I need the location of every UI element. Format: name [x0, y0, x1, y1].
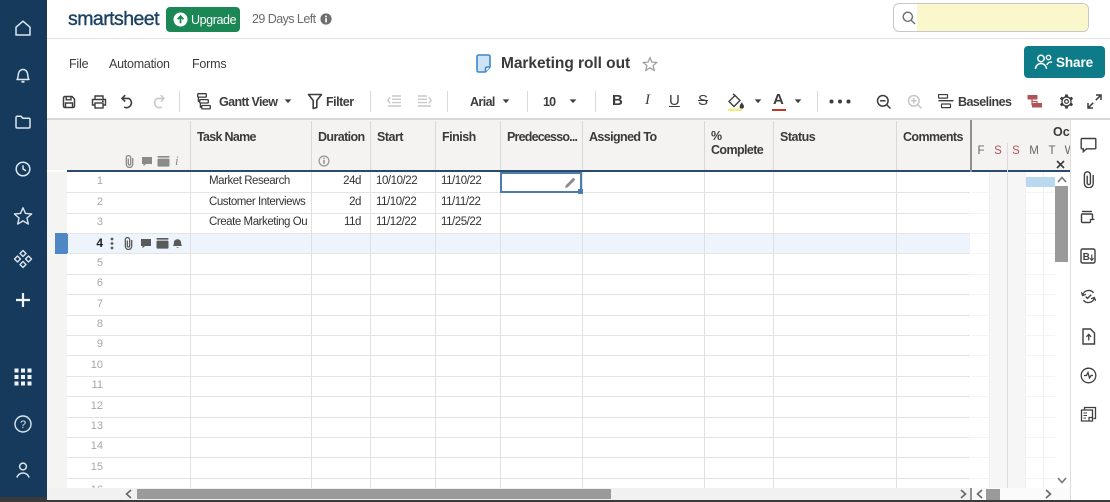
svg-text:B: B [1083, 252, 1090, 263]
svg-text:?: ? [20, 419, 26, 431]
